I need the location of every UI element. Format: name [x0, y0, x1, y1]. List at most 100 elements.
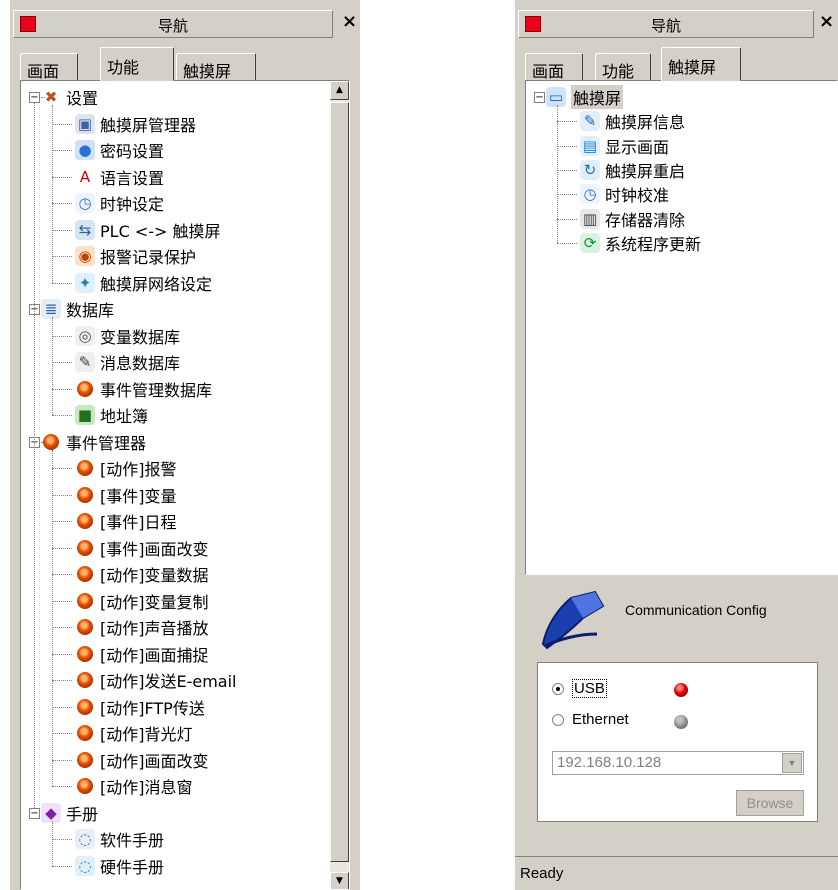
scroll-thumb[interactable] — [330, 102, 349, 862]
tree-item[interactable]: A 语言设置 — [75, 165, 164, 189]
chevron-down-icon[interactable]: ▼ — [782, 753, 802, 773]
tree-connector — [52, 653, 72, 655]
tree-item[interactable]: ◌ 硬件手册 — [75, 854, 164, 878]
collapse-icon[interactable]: − — [29, 92, 40, 103]
tree-item[interactable]: [动作]声音播放 — [75, 615, 209, 639]
vertical-scrollbar[interactable]: ▲ ▼ — [330, 81, 349, 889]
usb-option[interactable]: USB — [552, 679, 607, 698]
tree-item[interactable]: [动作]发送E-email — [75, 668, 237, 692]
collapse-icon[interactable]: − — [29, 807, 40, 819]
tree-connector — [52, 282, 72, 284]
tree-item[interactable]: ↻ 触摸屏重启 — [580, 158, 685, 182]
tree-item-label: 变量数据库 — [100, 327, 181, 347]
tree-item[interactable]: ◌ 软件手册 — [75, 827, 164, 851]
tree-item[interactable]: ✎ 消息数据库 — [75, 350, 180, 374]
status-text: Ready — [520, 865, 564, 882]
tree-connector — [52, 105, 53, 283]
panel-titlebar[interactable]: 导航 — [518, 10, 814, 38]
panel-title: 导航 — [650, 17, 681, 35]
tree-connector — [52, 865, 72, 867]
tree-item-label: [动作]画面捕捉 — [100, 645, 209, 665]
tree-connector — [52, 203, 72, 204]
tree-item[interactable]: ⟳ 系统程序更新 — [580, 231, 701, 255]
tree-item-label: 触摸屏网络设定 — [100, 274, 213, 294]
tab-screens[interactable]: 画面 — [20, 53, 78, 81]
browse-button[interactable]: Browse — [736, 790, 804, 816]
collapse-icon[interactable]: − — [534, 92, 545, 103]
tree-item[interactable]: ⇆ PLC <-> 触摸屏 — [75, 218, 221, 242]
communication-config: Communication Config USB Ethernet 192.16… — [515, 580, 838, 825]
scroll-up-icon[interactable]: ▲ — [330, 81, 349, 100]
usb-status-dot — [674, 683, 688, 697]
tree-item-label: 时钟设定 — [100, 195, 165, 214]
tree-connector — [52, 494, 72, 496]
tree-item[interactable]: [事件]画面改变 — [75, 536, 209, 560]
tree-group-item[interactable]: ◆ 手册 — [41, 801, 98, 825]
tree-item[interactable]: [动作]画面改变 — [75, 748, 209, 772]
tree-group-item[interactable]: ✖ 设置 — [41, 85, 98, 109]
tree-item[interactable]: ▤ 显示画面 — [580, 134, 669, 158]
tree-item-label: 密码设置 — [100, 142, 165, 161]
tree-item[interactable]: [动作]消息窗 — [75, 774, 193, 798]
tree-connector — [557, 121, 577, 123]
tree-item[interactable]: [动作]变量复制 — [75, 589, 209, 613]
tab-functions[interactable]: 功能 — [595, 53, 651, 81]
tree-item-label: 数据库 — [66, 301, 115, 320]
network-icon: ✦ — [75, 272, 95, 293]
event-icon — [43, 433, 59, 450]
tree-item[interactable]: [动作]背光灯 — [75, 721, 193, 745]
tree-item-label: [动作]报警 — [100, 460, 177, 479]
tree-item[interactable]: [动作]变量数据 — [75, 562, 209, 586]
tree-item-label: 设置 — [66, 89, 99, 108]
tab-functions[interactable]: 功能 — [100, 47, 174, 81]
tree-item[interactable]: 事件管理数据库 — [75, 377, 212, 401]
tree-item[interactable]: ▣ 触摸屏管理器 — [75, 112, 196, 136]
tab-touchscreen[interactable]: 触摸屏 — [661, 47, 741, 81]
event-icon — [77, 513, 93, 529]
close-icon[interactable]: × — [342, 13, 357, 31]
tree-connector — [52, 229, 72, 231]
ethernet-option[interactable]: Ethernet — [552, 711, 629, 728]
tree-connector — [557, 145, 577, 147]
clock-icon: ◷ — [580, 184, 600, 205]
event-icon — [77, 751, 93, 768]
ip-address-select[interactable]: 192.168.10.128 ▼ — [552, 751, 804, 775]
tree-item-label: [动作]变量数据 — [100, 566, 209, 585]
tree-connector — [52, 449, 53, 786]
scroll-down-icon[interactable]: ▼ — [330, 872, 349, 889]
function-tree[interactable]: ▲ ▼ − ✖ 设置 ▣ 触摸屏管理器 ● 密码设置 A 语言设置 ◷ 时钟设定 ⇆ PLC <-> 触… — [20, 80, 350, 890]
tree-item[interactable]: [事件]变量 — [75, 483, 177, 507]
tree-group-item[interactable]: 事件管理器 — [41, 430, 146, 454]
tree-item[interactable]: [动作]画面捕捉 — [75, 642, 209, 666]
event-icon — [77, 645, 93, 662]
tab-screens[interactable]: 画面 — [525, 53, 583, 81]
tree-item[interactable]: ◎ 变量数据库 — [75, 324, 180, 348]
close-icon[interactable]: × — [819, 13, 834, 31]
tree-item[interactable]: ▥ 存储器清除 — [580, 207, 685, 231]
event-icon — [77, 619, 93, 635]
display-screen-icon: ▤ — [580, 135, 600, 156]
panel-titlebar[interactable]: 导航 — [13, 10, 333, 38]
tree-item[interactable]: ◷ 时钟校准 — [580, 182, 669, 206]
touchscreen-tree[interactable]: − ▭ 触摸屏 ✎ 触摸屏信息 ▤ 显示画面 ↻ 触摸屏重启 ◷ 时钟校准 ▥ 存储器清除 ⟳ 系统程序更新 — [525, 80, 838, 575]
event-icon — [77, 486, 93, 503]
tree-item[interactable]: [动作]FTP传送 — [75, 695, 205, 719]
tree-item[interactable]: [事件]日程 — [75, 509, 177, 533]
tree-item-label: 语言设置 — [100, 168, 165, 188]
ethernet-radio[interactable] — [552, 713, 564, 726]
tree-item[interactable]: ◷ 时钟设定 — [75, 191, 164, 215]
tree-item[interactable]: [动作]报警 — [75, 456, 177, 480]
tree-item[interactable]: ■ 地址簿 — [75, 403, 148, 427]
tab-touchscreen[interactable]: 触摸屏 — [176, 53, 256, 81]
tree-item[interactable]: ✎ 触摸屏信息 — [580, 109, 685, 133]
usb-radio[interactable] — [552, 682, 564, 695]
hmi-info-icon: ✎ — [580, 111, 600, 132]
tree-item[interactable]: ● 密码设置 — [75, 138, 164, 162]
database-icon: ≣ — [41, 299, 61, 319]
event-icon — [77, 672, 93, 688]
tree-item[interactable]: ◉ 报警记录保护 — [75, 244, 196, 268]
variable-db-icon: ◎ — [75, 325, 95, 346]
tree-item-label: 触摸屏重启 — [605, 161, 686, 181]
tree-item-label: 触摸屏管理器 — [100, 115, 197, 135]
tree-item[interactable]: ✦ 触摸屏网络设定 — [75, 271, 212, 295]
